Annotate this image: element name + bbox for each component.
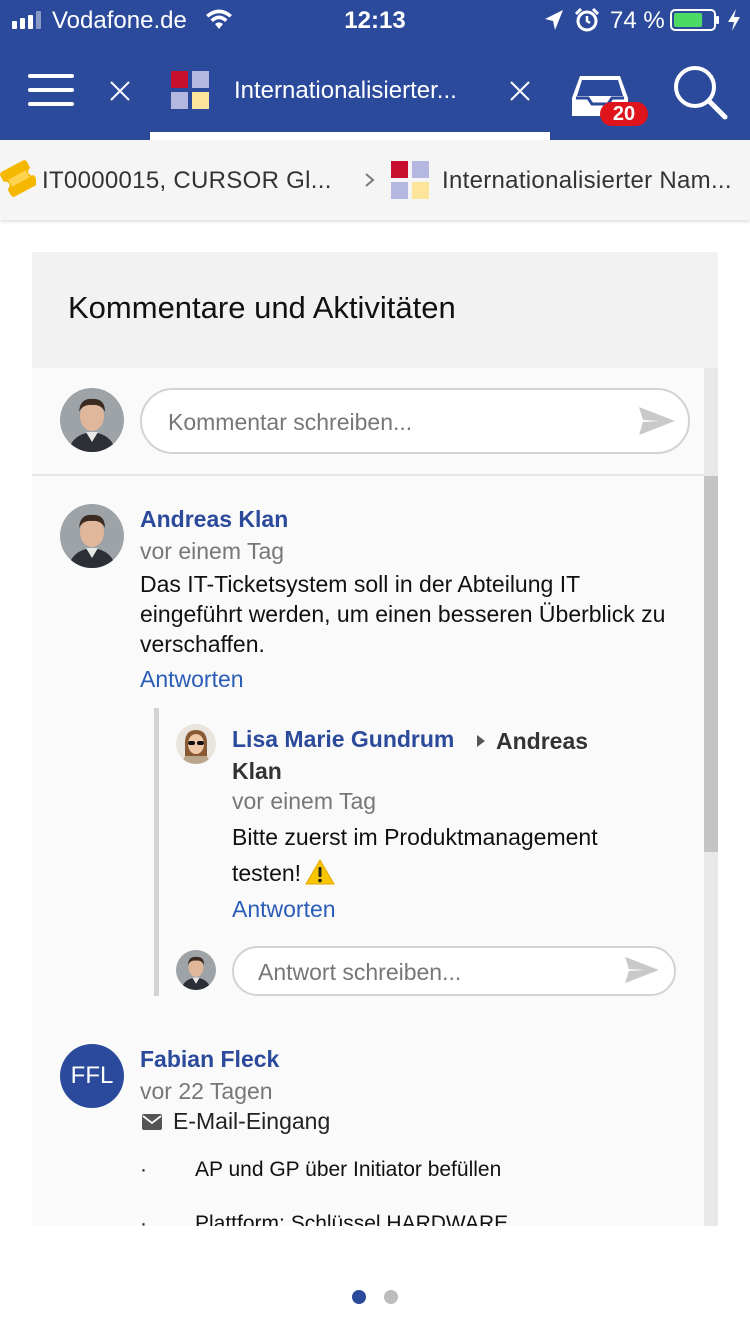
app-logo-icon	[171, 71, 209, 109]
divider	[32, 474, 704, 476]
avatar	[176, 724, 216, 764]
comment-author[interactable]: Andreas Klan	[140, 506, 288, 533]
page-indicator-dot-active[interactable]	[352, 1290, 366, 1304]
inbox-count-badge[interactable]: 20	[600, 102, 648, 126]
comment-timestamp: vor 22 Tagen	[140, 1078, 273, 1104]
reply-input-placeholder: Antwort schreiben...	[258, 959, 462, 985]
reply-text: Bitte zuerst im Produktmanagement testen…	[232, 819, 672, 891]
comment-author[interactable]: Fabian Fleck	[140, 1046, 279, 1073]
ticket-icon	[0, 160, 36, 197]
active-tab-title[interactable]: Internationalisierter...	[234, 77, 457, 105]
status-bar: Vodafone.de 12:13 74 %	[0, 0, 750, 40]
comment-input-placeholder: Kommentar schreiben...	[168, 409, 413, 435]
comments-feed[interactable]: Kommentar schreiben... Andreas Klan vor …	[32, 368, 718, 1226]
alarm-icon	[575, 8, 599, 32]
close-tab-icon[interactable]	[109, 80, 131, 102]
reply-link[interactable]: Antworten	[232, 896, 336, 923]
warning-icon	[305, 859, 335, 885]
comments-card: Kommentare und Aktivitäten Kommentar sch…	[32, 252, 718, 1226]
bullet-icon: ·	[140, 1212, 147, 1226]
avatar	[60, 504, 124, 568]
comment-text: Das IT-Ticketsystem soll in der Abteilun…	[140, 571, 666, 657]
bullet-icon: ·	[140, 1158, 147, 1181]
mail-icon	[142, 1114, 162, 1130]
search-icon[interactable]	[672, 64, 728, 120]
location-arrow-icon	[545, 10, 563, 30]
breadcrumb-item-current[interactable]: Internationalisierter Nam...	[442, 167, 732, 195]
list-item: Plattform: Schlüssel HARDWARE	[195, 1212, 509, 1226]
hamburger-menu-icon[interactable]	[28, 74, 74, 106]
reply-timestamp: vor einem Tag	[232, 788, 377, 814]
avatar	[176, 950, 216, 990]
card-title: Kommentare und Aktivitäten	[68, 290, 456, 325]
battery-percent: 74 %	[610, 7, 665, 34]
avatar	[60, 388, 124, 452]
comment-input[interactable]: Kommentar schreiben...	[140, 388, 690, 454]
avatar-initials: FFL	[60, 1044, 124, 1108]
page-indicator-dot[interactable]	[384, 1290, 398, 1304]
battery-icon	[670, 9, 719, 31]
active-tab-indicator	[150, 132, 550, 140]
list-item: AP und GP über Initiator befüllen	[195, 1158, 502, 1181]
comment-timestamp: vor einem Tag	[140, 538, 285, 564]
breadcrumb: IT0000015, CURSOR Gl... Internationalisi…	[0, 140, 750, 220]
app-logo-icon	[391, 161, 429, 199]
scrollbar-thumb[interactable]	[704, 476, 718, 852]
card-header: Kommentare und Aktivitäten	[32, 252, 718, 368]
activity-source: E-Mail-Eingang	[173, 1108, 331, 1134]
send-icon[interactable]	[638, 405, 676, 437]
close-tab-icon[interactable]	[509, 80, 531, 102]
reply-target-name[interactable]: Andreas Klan	[232, 726, 632, 786]
reply-text-content: Bitte zuerst im Produktmanagement testen…	[232, 824, 598, 886]
reply-input[interactable]: Antwort schreiben...	[232, 946, 676, 996]
reply-link[interactable]: Antworten	[140, 666, 244, 693]
send-icon[interactable]	[624, 955, 660, 985]
charging-icon	[728, 9, 740, 31]
reply-thread-line	[154, 708, 159, 996]
chevron-right-icon	[365, 173, 375, 187]
breadcrumb-item-ticket[interactable]: IT0000015, CURSOR Gl...	[42, 167, 332, 195]
top-navigation: Internationalisierter... 20	[0, 40, 750, 140]
